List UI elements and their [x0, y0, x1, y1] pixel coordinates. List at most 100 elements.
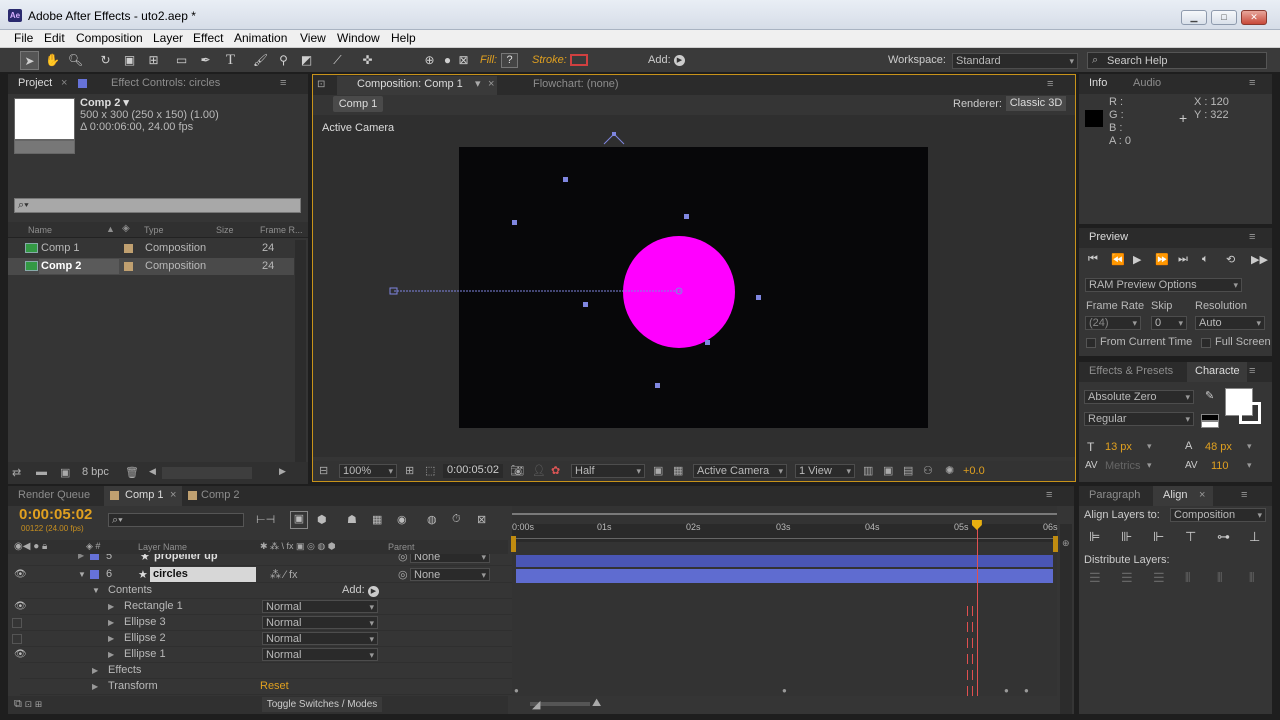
minimize-button[interactable]: ▁	[1181, 10, 1207, 25]
layer-bar-circles[interactable]	[516, 569, 1053, 583]
tab-paragraph[interactable]: Paragraph	[1089, 486, 1140, 506]
last-frame-icon[interactable]: ⏭	[1178, 253, 1188, 266]
frame-blending-icon[interactable]: ▦	[372, 513, 382, 526]
fill-swatch[interactable]: ?	[501, 53, 518, 68]
puppet-pin-tool-icon[interactable]: ✜	[358, 51, 377, 70]
menu-layer[interactable]: Layer	[153, 31, 183, 45]
flowchart-icon[interactable]: ⚇	[923, 464, 933, 477]
tab-comp2[interactable]: Comp 2	[201, 486, 240, 506]
tab-character[interactable]: Characte	[1195, 362, 1240, 382]
tab-composition-comp1[interactable]: Composition: Comp 1	[357, 75, 463, 95]
timeline-current-time[interactable]: 0:00:05:02	[19, 506, 92, 523]
align-vertical-center-icon[interactable]: ⊶	[1217, 529, 1230, 545]
chevron-down-icon[interactable]: ▾	[1147, 460, 1152, 471]
transform-row[interactable]: ▶ Transform Reset	[20, 679, 516, 695]
hand-tool-icon[interactable]: ✋	[43, 51, 62, 70]
work-area-start-handle[interactable]	[511, 536, 516, 552]
tracking-value[interactable]: 110	[1211, 460, 1229, 472]
project-scrollbar[interactable]	[295, 240, 306, 462]
comp-button-icon[interactable]: ⊕	[1062, 538, 1070, 549]
camera-tool-icon[interactable]: ▣	[120, 51, 139, 70]
ram-preview-icon[interactable]: ▶▶	[1251, 253, 1268, 266]
expand-arrow-icon[interactable]: ▶	[108, 602, 114, 611]
path-vertex-point[interactable]	[655, 383, 660, 388]
distribute-bottom-icon[interactable]: ☰	[1153, 570, 1165, 586]
menu-effect[interactable]: Effect	[193, 31, 223, 45]
graph-editor-icon[interactable]: ⊠	[477, 513, 486, 526]
path-vertex-point[interactable]	[563, 177, 568, 182]
show-snapshot-icon[interactable]: 👤︎	[532, 464, 546, 477]
visibility-off-box[interactable]	[12, 618, 22, 628]
eraser-tool-icon[interactable]: ◩	[297, 51, 316, 70]
tab-effects-presets[interactable]: Effects & Presets	[1089, 362, 1173, 382]
visibility-eye-icon[interactable]: 👁︎	[14, 569, 27, 580]
project-item-row-selected[interactable]: Comp 2 Composition 24	[8, 258, 294, 275]
interpret-footage-icon[interactable]: ⇄	[12, 466, 21, 479]
distribute-right-icon[interactable]: ⫴	[1249, 570, 1254, 586]
align-left-icon[interactable]: ⊫	[1089, 529, 1100, 545]
view-axis-mode-icon[interactable]: ⊠	[454, 51, 473, 70]
tab-close-icon[interactable]: ×	[1199, 486, 1205, 506]
expand-arrow-icon[interactable]: ▶	[92, 682, 98, 691]
layer-row[interactable]: 👁︎ ▼ 6 ★ circles ⁂ ⁄ fx ◎ None	[14, 567, 516, 583]
label-color-swatch[interactable]	[90, 570, 99, 579]
menu-composition[interactable]: Composition	[76, 31, 143, 45]
view-layout-select[interactable]: 1 View	[795, 464, 855, 478]
black-swatch[interactable]	[1201, 414, 1219, 421]
add-menu-icon[interactable]: ▶	[674, 55, 685, 66]
stroke-swatch[interactable]	[570, 54, 588, 66]
effects-row[interactable]: ▶ Effects	[20, 663, 516, 679]
tab-project[interactable]: Project	[18, 74, 52, 94]
current-time-display[interactable]: 0:00:05:02	[443, 464, 503, 478]
from-current-time-checkbox[interactable]	[1086, 338, 1096, 348]
col-type[interactable]: Type	[144, 225, 164, 235]
menu-animation[interactable]: Animation	[234, 31, 287, 45]
layer-switches[interactable]: ⁂ ⁄ fx	[270, 568, 298, 581]
previous-frame-icon[interactable]: ⏪	[1111, 253, 1125, 266]
shape-name[interactable]: Ellipse 2	[124, 632, 166, 644]
font-family-select[interactable]: Absolute Zero	[1084, 390, 1194, 404]
collapse-arrow-icon[interactable]: ▼	[92, 586, 100, 595]
timeline-graph-area[interactable]: 0:00s 01s 02s 03s 04s 05s 06s ● ● ● ●	[511, 506, 1058, 696]
path-vertex-point[interactable]	[583, 302, 588, 307]
always-preview-icon[interactable]: ⊟	[319, 464, 328, 477]
col-name[interactable]: Name	[28, 225, 52, 235]
exposure-value[interactable]: +0.0	[963, 465, 985, 477]
align-to-select[interactable]: Composition	[1170, 508, 1266, 522]
transparency-grid-icon[interactable]: ▦	[673, 464, 683, 477]
rectangle-tool-icon[interactable]: ▭	[172, 51, 191, 70]
play-icon[interactable]: ▶	[1133, 253, 1141, 266]
expand-layer-switches-icon[interactable]: ⧉ ⊡ ⊞	[14, 698, 42, 711]
timeline-icon[interactable]: ▤	[903, 464, 913, 477]
align-right-icon[interactable]: ⊩	[1153, 529, 1164, 545]
panel-menu-icon[interactable]: ≡	[1241, 486, 1247, 506]
first-frame-icon[interactable]: ⏮	[1088, 253, 1098, 266]
leading-value[interactable]: 48 px	[1205, 441, 1232, 453]
lock-icon[interactable]: ⊡	[317, 79, 325, 90]
shape-row[interactable]: ▶ Ellipse 3 Normal	[12, 615, 516, 631]
shape-row[interactable]: 👁︎ ▶ Rectangle 1 Normal	[14, 599, 516, 615]
blend-mode-select[interactable]: Normal	[262, 632, 378, 645]
comp-mini-flowchart-icon[interactable]: ⊢⊣	[256, 513, 275, 526]
collapse-arrow-icon[interactable]: ▼	[78, 570, 86, 579]
new-composition-icon[interactable]: ▣	[60, 466, 70, 479]
tab-close-icon[interactable]: ×	[488, 75, 494, 95]
roto-brush-tool-icon[interactable]: ⟋	[328, 51, 347, 70]
work-area-end-handle[interactable]	[1053, 536, 1058, 552]
pickwhip-icon[interactable]: ◎	[398, 568, 408, 581]
brainstorm-icon[interactable]: ◍	[427, 513, 437, 526]
distribute-vertical-center-icon[interactable]: ☰	[1121, 570, 1133, 586]
col-parent[interactable]: Parent	[388, 542, 415, 552]
panel-menu-icon[interactable]: ≡	[1249, 362, 1255, 382]
playhead-line[interactable]	[976, 524, 978, 696]
comp-viewer[interactable]: Active Camera	[313, 115, 1075, 457]
label-color-swatch[interactable]	[90, 554, 99, 560]
menu-file[interactable]: File	[14, 31, 33, 45]
pickwhip-icon[interactable]: ◎	[398, 554, 408, 563]
skip-select[interactable]: 0	[1151, 316, 1187, 330]
tab-effect-controls[interactable]: Effect Controls: circles	[111, 74, 220, 94]
distribute-top-icon[interactable]: ☰	[1089, 570, 1101, 586]
search-help-field[interactable]: ⌕ Search Help	[1087, 52, 1267, 69]
align-top-icon[interactable]: ⊤	[1185, 529, 1196, 545]
layer-name[interactable]: propeller up	[154, 554, 218, 562]
